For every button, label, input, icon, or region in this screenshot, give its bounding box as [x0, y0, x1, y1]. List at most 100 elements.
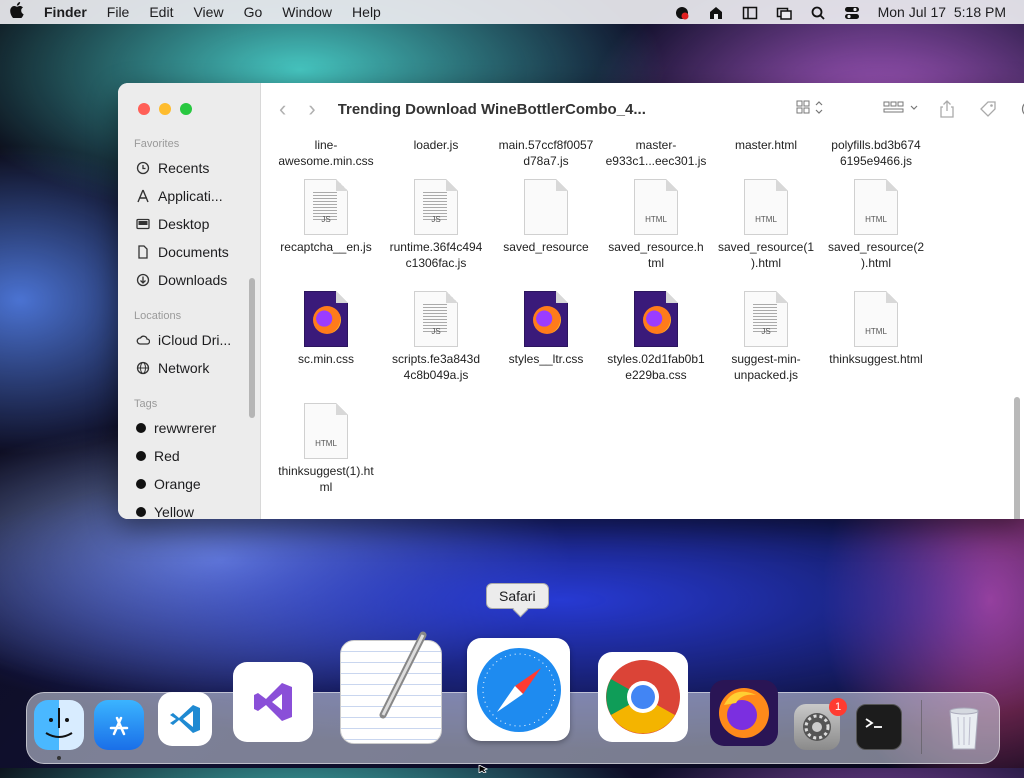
js-file-icon: JS	[304, 179, 348, 235]
file-item[interactable]: HTML saved_resource.h tml	[601, 179, 711, 271]
sidebar-item-label: Red	[154, 448, 180, 464]
file-item[interactable]: sc.min.css	[271, 291, 381, 367]
safari-icon[interactable]	[467, 638, 570, 741]
menu-window[interactable]: Window	[282, 4, 332, 20]
file-name: suggest-min- unpacked.js	[711, 351, 821, 383]
spotlight-search-icon[interactable]	[810, 5, 826, 19]
file-name: line- awesome.min.css	[278, 138, 373, 168]
sidebar-item-label: Applicati...	[158, 188, 223, 204]
status-app-icon[interactable]	[674, 5, 690, 19]
file-item[interactable]: line- awesome.min.css	[271, 137, 381, 169]
file-item[interactable]: JS runtime.36f4c494 c1306fac.js	[381, 179, 491, 271]
sidebar-scrollbar[interactable]	[249, 278, 255, 418]
group-by-button[interactable]	[883, 100, 921, 121]
firefox-icon[interactable]	[710, 680, 778, 746]
sidebar-tag-orange[interactable]: Orange	[136, 476, 201, 492]
visual-studio-icon[interactable]	[233, 662, 313, 742]
app-store-icon[interactable]	[94, 700, 144, 750]
file-item[interactable]: HTML saved_resource(2 ).html	[821, 179, 931, 271]
close-button[interactable]	[138, 103, 150, 115]
sidebar-tag-red[interactable]: Red	[136, 448, 180, 464]
icon-view-button[interactable]	[796, 100, 828, 121]
trash-icon[interactable]	[942, 700, 986, 752]
file-name: loader.js	[414, 138, 459, 152]
sidebar-item-label: Recents	[158, 160, 209, 176]
file-item[interactable]: JS suggest-min- unpacked.js	[711, 291, 821, 383]
finder-window: Favorites Recents Applicati... Desktop D…	[118, 83, 1024, 519]
menubar-clock[interactable]: Mon Jul 17 5:18 PM	[878, 4, 1006, 20]
file-item[interactable]: saved_resource	[491, 179, 601, 255]
sidebar-item-network[interactable]: Network	[136, 360, 209, 376]
sidebar-favorites-header: Favorites	[134, 138, 179, 150]
sidebar-item-desktop[interactable]: Desktop	[136, 216, 209, 232]
file-item[interactable]: styles.02d1fab0b1 e229ba.css	[601, 291, 711, 383]
finder-sidebar: Favorites Recents Applicati... Desktop D…	[118, 83, 261, 519]
apple-menu-icon[interactable]	[10, 2, 30, 23]
file-item[interactable]: master.html	[711, 137, 821, 153]
sidebar-toggle-icon[interactable]	[742, 5, 758, 19]
file-name: scripts.fe3a843d 4c8b049a.js	[381, 351, 491, 383]
sidebar-item-recents[interactable]: Recents	[136, 160, 209, 176]
file-item[interactable]: HTML thinksuggest.html	[821, 291, 931, 367]
back-button[interactable]: ‹	[279, 96, 286, 122]
textedit-icon[interactable]	[340, 640, 442, 744]
terminal-icon[interactable]	[856, 704, 902, 750]
desktop-icon	[136, 217, 150, 231]
file-item[interactable]: styles__ltr.css	[491, 291, 601, 367]
firefox-document-icon	[634, 291, 678, 347]
file-item[interactable]: main.57ccf8f0057 d78a7.js	[491, 137, 601, 169]
sidebar-tag-yellow[interactable]: Yellow	[136, 504, 194, 519]
globe-icon	[136, 361, 150, 375]
menu-file[interactable]: File	[107, 4, 130, 20]
menu-go[interactable]: Go	[244, 4, 263, 20]
menu-help[interactable]: Help	[352, 4, 381, 20]
js-file-icon: JS	[414, 291, 458, 347]
mouse-pointer-icon	[478, 760, 488, 778]
sidebar-tag-rewwrerer[interactable]: rewwrerer	[136, 420, 216, 436]
sidebar-item-downloads[interactable]: Downloads	[136, 272, 227, 288]
firefox-document-icon	[304, 291, 348, 347]
html-file-icon: HTML	[634, 179, 678, 235]
menu-finder[interactable]: Finder	[44, 4, 87, 20]
zoom-button[interactable]	[180, 103, 192, 115]
screen-mirroring-icon[interactable]	[776, 5, 792, 19]
sidebar-locations-header: Locations	[134, 310, 181, 322]
html-file-icon: HTML	[744, 179, 788, 235]
forward-button[interactable]: ›	[308, 96, 315, 122]
menu-view[interactable]: View	[193, 4, 223, 20]
finder-app-icon[interactable]	[34, 700, 84, 750]
sidebar-item-label: rewwrerer	[154, 420, 216, 436]
chrome-icon[interactable]	[598, 652, 688, 742]
file-name: runtime.36f4c494 c1306fac.js	[381, 239, 491, 271]
menu-edit[interactable]: Edit	[149, 4, 173, 20]
sidebar-item-applications[interactable]: Applicati...	[136, 188, 223, 204]
file-item[interactable]: loader.js	[381, 137, 491, 153]
html-file-icon: HTML	[854, 179, 898, 235]
window-title: Trending Download WineBottlerCombo_4...	[338, 101, 658, 118]
sidebar-item-icloud-drive[interactable]: iCloud Dri...	[136, 332, 231, 348]
file-item[interactable]: HTML thinksuggest(1).ht ml	[271, 403, 381, 495]
sidebar-tags-header: Tags	[134, 398, 157, 410]
tag-icon[interactable]	[979, 100, 997, 123]
file-item[interactable]: master- e933c1...eec301.js	[601, 137, 711, 169]
content-scrollbar[interactable]	[1014, 397, 1020, 519]
running-indicator	[57, 756, 61, 760]
js-file-icon: JS	[744, 291, 788, 347]
tag-dot-icon	[136, 423, 146, 433]
minimize-button[interactable]	[159, 103, 171, 115]
file-item[interactable]: JS scripts.fe3a843d 4c8b049a.js	[381, 291, 491, 383]
vscode-icon[interactable]	[158, 692, 212, 746]
blank-file-icon	[524, 179, 568, 235]
file-name: polyfills.bd3b674 6195e9466.js	[831, 138, 920, 168]
download-icon	[136, 273, 150, 287]
control-center-icon[interactable]	[844, 5, 860, 19]
file-item[interactable]: polyfills.bd3b674 6195e9466.js	[821, 137, 931, 169]
file-item[interactable]: HTML saved_resource(1 ).html	[711, 179, 821, 271]
file-name: master.html	[735, 138, 797, 152]
file-item[interactable]: JS recaptcha__en.js	[271, 179, 381, 255]
sidebar-item-documents[interactable]: Documents	[136, 244, 229, 260]
document-icon	[136, 245, 150, 259]
sidebar-item-label: Network	[158, 360, 209, 376]
home-icon[interactable]	[708, 5, 724, 19]
share-icon[interactable]	[939, 100, 955, 123]
